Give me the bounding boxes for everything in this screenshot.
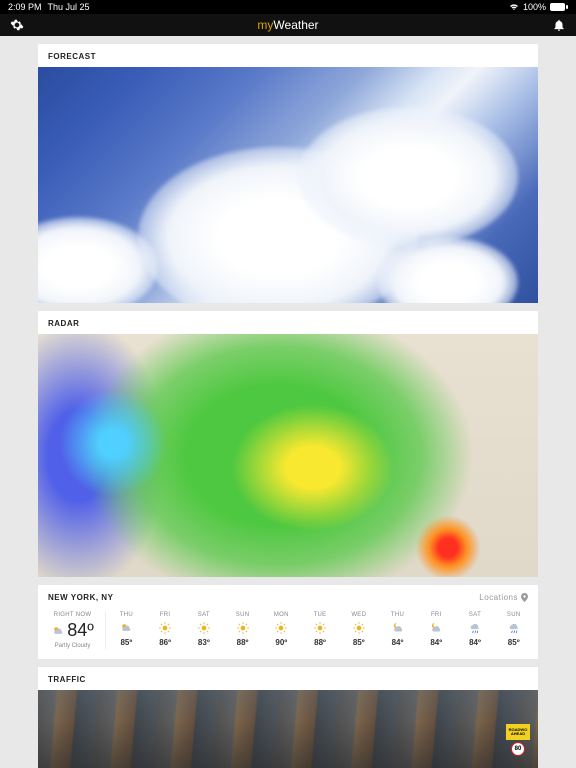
day-col[interactable]: TUE88º — [302, 612, 339, 649]
weather-icon — [468, 621, 482, 635]
location-card: NEW YORK, NY Locations RIGHT NOW 84º Par… — [38, 585, 538, 659]
now-icon — [51, 624, 65, 638]
traffic-image: ROADWO AHEAD 80 — [38, 690, 538, 768]
forecast-row: RIGHT NOW 84º Partly Cloudy THU85º FRI86… — [38, 608, 538, 659]
now-temp: 84º — [67, 620, 94, 641]
settings-button[interactable] — [10, 18, 24, 32]
weather-icon — [352, 621, 366, 635]
locations-label: Locations — [479, 593, 518, 602]
day-col[interactable]: THU85º — [108, 612, 145, 649]
sky-image — [38, 67, 538, 303]
day-col[interactable]: MON90º — [263, 612, 300, 649]
day-col[interactable]: SUN85º — [495, 612, 532, 649]
day-col[interactable]: SAT83º — [185, 612, 222, 649]
weather-icon — [274, 621, 288, 635]
wifi-icon — [509, 3, 519, 11]
forecast-title: FORECAST — [38, 44, 538, 67]
road-signs: ROADWO AHEAD 80 — [506, 724, 530, 756]
day-col[interactable]: FRI84º — [418, 612, 455, 649]
forecast-card[interactable]: FORECAST — [38, 44, 538, 303]
now-label: RIGHT NOW — [44, 612, 101, 618]
nav-bar: myWeather — [0, 14, 576, 36]
battery-icon — [550, 3, 568, 11]
now-condition: Partly Cloudy — [44, 643, 101, 649]
status-battery-pct: 100% — [523, 2, 546, 12]
locations-button[interactable]: Locations — [479, 593, 528, 602]
weather-icon — [507, 621, 521, 635]
radar-card[interactable]: RADAR — [38, 311, 538, 577]
radar-title: RADAR — [38, 311, 538, 334]
weather-icon — [197, 621, 211, 635]
status-bar: 2:09 PM Thu Jul 25 100% — [0, 0, 576, 14]
weather-icon — [236, 621, 250, 635]
day-col[interactable]: SUN88º — [224, 612, 261, 649]
day-col[interactable]: WED85º — [340, 612, 377, 649]
notifications-button[interactable] — [552, 18, 566, 32]
location-pin-icon — [521, 593, 528, 602]
day-col[interactable]: FRI86º — [147, 612, 184, 649]
traffic-card[interactable]: TRAFFIC ROADWO AHEAD 80 — [38, 667, 538, 768]
weather-icon — [391, 621, 405, 635]
radar-map[interactable] — [38, 334, 538, 577]
app-title: myWeather — [257, 18, 318, 32]
status-time: 2:09 PM — [8, 2, 42, 12]
weather-icon — [119, 621, 133, 635]
brand-suffix: Weather — [273, 18, 318, 32]
location-city: NEW YORK, NY — [48, 593, 113, 602]
speed-sign: 80 — [511, 742, 525, 756]
weather-icon — [429, 621, 443, 635]
weather-icon — [158, 621, 172, 635]
day-col[interactable]: THU84º — [379, 612, 416, 649]
traffic-title: TRAFFIC — [38, 667, 538, 690]
brand-prefix: my — [257, 18, 273, 32]
roadwork-sign: ROADWO AHEAD — [506, 724, 530, 740]
weather-icon — [313, 621, 327, 635]
now-column: RIGHT NOW 84º Partly Cloudy — [44, 612, 106, 649]
day-col[interactable]: SAT84º — [457, 612, 494, 649]
status-date: Thu Jul 25 — [48, 2, 90, 12]
